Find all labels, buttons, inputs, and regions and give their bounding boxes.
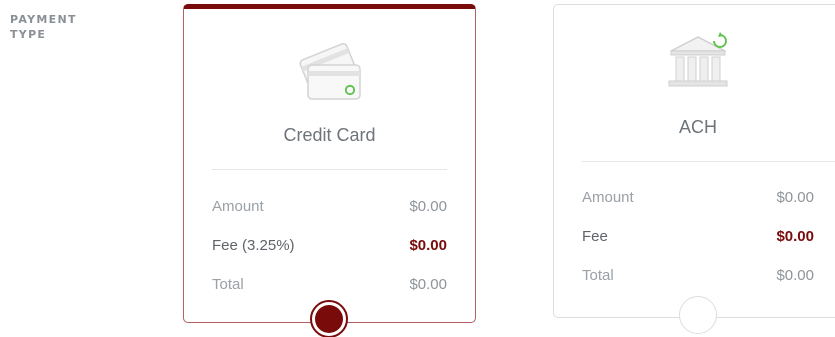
amount-label: Amount <box>212 197 264 215</box>
credit-card-icon <box>184 39 475 103</box>
fee-label: Fee <box>582 227 608 245</box>
total-label: Total <box>582 266 614 284</box>
payment-type-label: PAYMENT TYPE <box>10 13 77 41</box>
total-row: Total $0.00 <box>212 274 447 294</box>
ach-radio[interactable] <box>679 296 717 334</box>
fee-value: $0.00 <box>409 236 447 254</box>
fee-label: Fee (3.25%) <box>212 236 295 254</box>
credit-card-option-card[interactable]: Credit Card Amount $0.00 Fee (3.25%) $0.… <box>183 4 476 323</box>
amount-value: $0.00 <box>409 197 447 215</box>
ach-option-card[interactable]: ACH Amount $0.00 Fee $0.00 Total $0.00 <box>553 4 835 318</box>
total-value: $0.00 <box>776 266 814 284</box>
radio-selected-dot <box>315 305 343 333</box>
divider <box>212 169 447 170</box>
amount-value: $0.00 <box>776 188 814 206</box>
credit-card-radio[interactable] <box>310 300 348 337</box>
divider <box>582 161 835 162</box>
amount-row: Amount $0.00 <box>582 187 814 207</box>
total-value: $0.00 <box>409 275 447 293</box>
card-title: Credit Card <box>283 125 376 145</box>
total-row: Total $0.00 <box>582 265 814 285</box>
total-label: Total <box>212 275 244 293</box>
card-title: ACH <box>678 117 717 137</box>
fee-row: Fee (3.25%) $0.00 <box>212 235 447 255</box>
fee-row: Fee $0.00 <box>582 226 814 246</box>
amount-label: Amount <box>582 188 634 206</box>
fee-value: $0.00 <box>776 227 814 245</box>
amount-row: Amount $0.00 <box>212 196 447 216</box>
bank-icon <box>554 31 835 93</box>
